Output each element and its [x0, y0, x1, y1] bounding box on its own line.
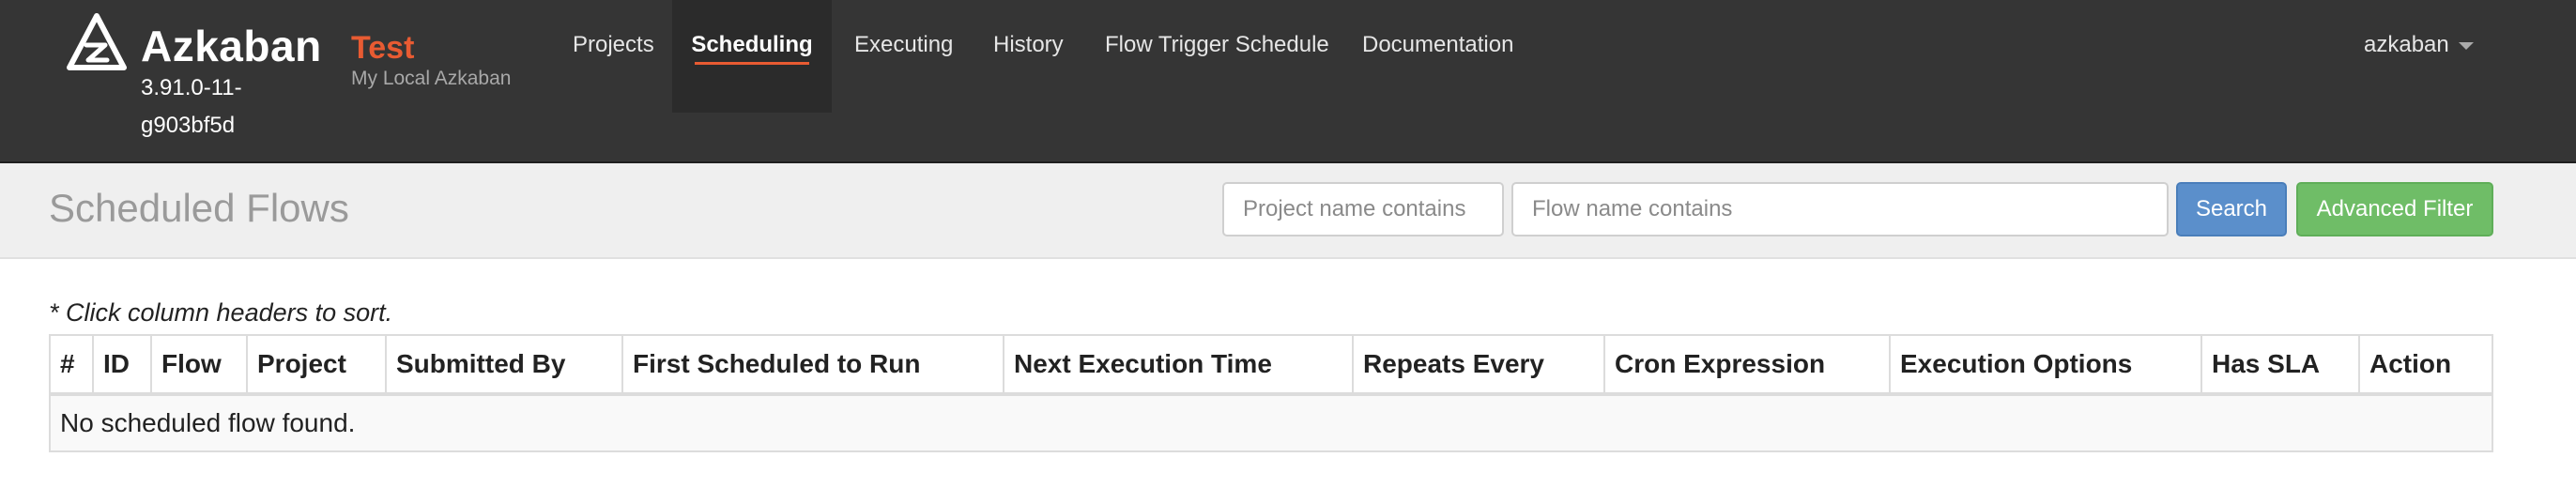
column-header-id[interactable]: ID — [94, 336, 152, 392]
column-header-index[interactable]: # — [51, 336, 94, 392]
page-title: Scheduled Flows — [49, 186, 349, 230]
column-header-has-sla[interactable]: Has SLA — [2202, 336, 2360, 392]
column-header-action[interactable]: Action — [2360, 336, 2492, 392]
table-header-row: # ID Flow Project Submitted By First Sch… — [51, 336, 2492, 396]
environment-description: My Local Azkaban — [351, 68, 512, 89]
table-row: No scheduled flow found. — [51, 396, 2492, 450]
nav-scheduling-label: Scheduling — [691, 32, 813, 57]
nav-flow-trigger-schedule[interactable]: Flow Trigger Schedule — [1082, 0, 1352, 113]
column-header-next-execution[interactable]: Next Execution Time — [1004, 336, 1354, 392]
column-header-project[interactable]: Project — [248, 336, 387, 392]
sort-hint: * Click column headers to sort. — [49, 298, 393, 327]
search-button[interactable]: Search — [2176, 182, 2287, 236]
top-navbar: Azkaban 3.91.0-11-g903bf5d Test My Local… — [0, 0, 2576, 163]
nav-flow-trigger-schedule-label: Flow Trigger Schedule — [1105, 32, 1329, 57]
brand-name[interactable]: Azkaban — [141, 21, 322, 71]
column-header-first-scheduled[interactable]: First Scheduled to Run — [623, 336, 1004, 392]
nav-history[interactable]: History — [971, 0, 1086, 113]
nav-projects[interactable]: Projects — [550, 0, 677, 113]
nav-scheduling[interactable]: Scheduling — [672, 0, 832, 113]
nav-documentation-label: Documentation — [1362, 32, 1514, 57]
nav-executing-label: Executing — [854, 32, 954, 57]
version-label: 3.91.0-11-g903bf5d — [141, 75, 242, 138]
active-tab-underline — [695, 62, 809, 65]
page-header: Scheduled Flows Search Advanced Filter — [0, 163, 2576, 259]
nav-executing[interactable]: Executing — [832, 0, 975, 113]
column-header-repeats-every[interactable]: Repeats Every — [1354, 336, 1605, 392]
user-name: azkaban — [2364, 32, 2449, 57]
environment-name: Test — [351, 30, 415, 66]
column-header-cron-expression[interactable]: Cron Expression — [1605, 336, 1891, 392]
advanced-filter-button[interactable]: Advanced Filter — [2296, 182, 2493, 236]
scheduled-flows-table: # ID Flow Project Submitted By First Sch… — [49, 334, 2493, 452]
chevron-down-icon — [2458, 41, 2474, 50]
empty-table-message: No scheduled flow found. — [60, 408, 356, 437]
column-header-submitted-by[interactable]: Submitted By — [387, 336, 623, 392]
project-name-filter-input[interactable] — [1222, 182, 1504, 236]
flow-name-filter-input[interactable] — [1511, 182, 2169, 236]
column-header-flow[interactable]: Flow — [152, 336, 248, 392]
nav-projects-label: Projects — [573, 32, 654, 57]
user-menu[interactable]: azkaban — [2364, 0, 2474, 90]
azkaban-logo-icon[interactable] — [66, 13, 128, 71]
column-header-execution-options[interactable]: Execution Options — [1891, 336, 2202, 392]
nav-history-label: History — [993, 32, 1064, 57]
nav-documentation[interactable]: Documentation — [1340, 0, 1536, 113]
